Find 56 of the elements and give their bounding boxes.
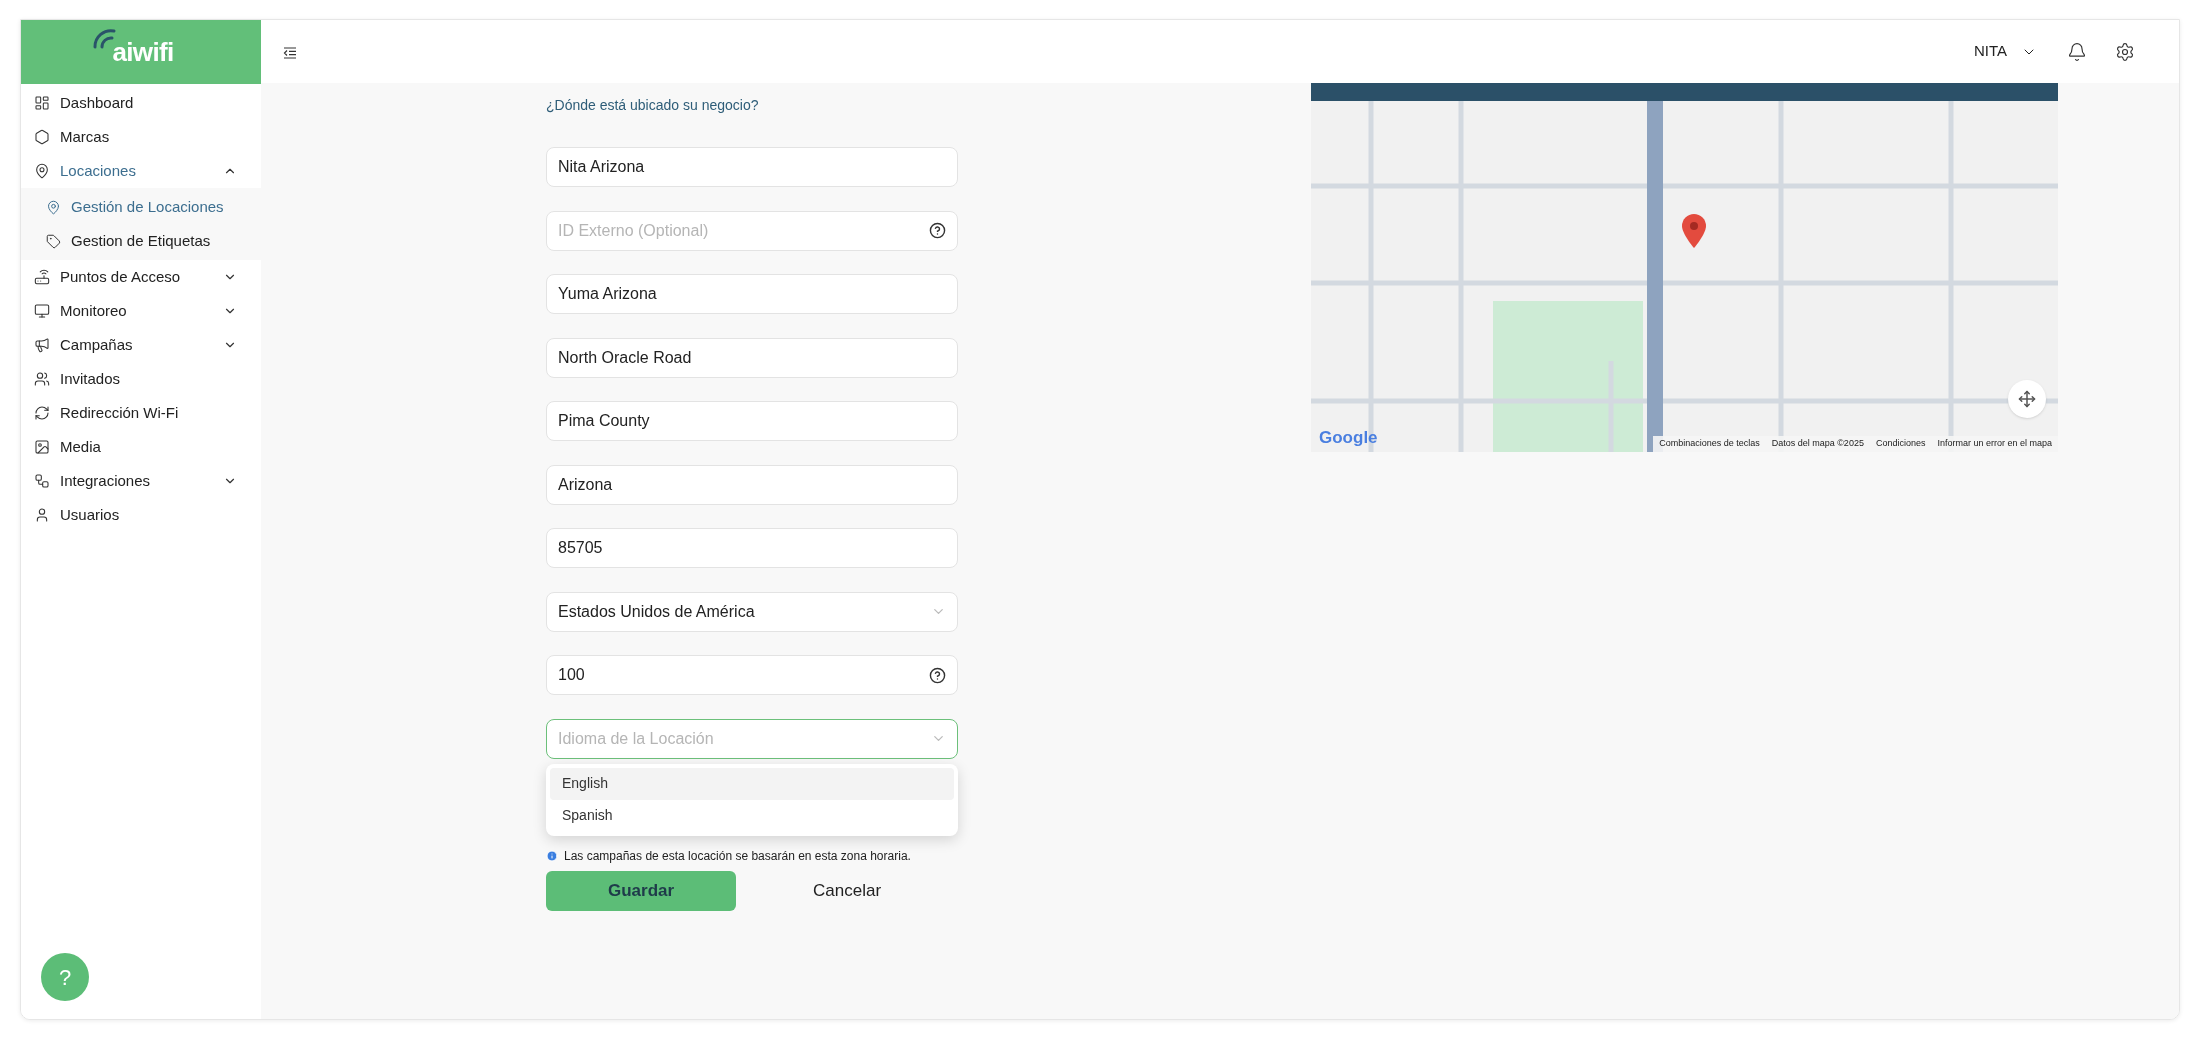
dashboard-icon xyxy=(34,95,50,111)
sidebar-subitem[interactable]: Gestión de Locaciones xyxy=(21,190,261,224)
fullscreen-button[interactable] xyxy=(2008,380,2046,418)
dropdown-option[interactable]: English xyxy=(550,767,954,800)
input-field[interactable]: 85705 xyxy=(546,528,958,568)
tag-icon xyxy=(46,233,61,249)
megaphone-icon xyxy=(34,337,50,353)
map-attribution-link[interactable]: Informar un error en el mapa xyxy=(1937,437,2052,451)
input-field[interactable]: Yuma Arizona xyxy=(546,274,958,314)
image-icon xyxy=(34,439,50,455)
section-question: ¿Dónde está ubicado su negocio? xyxy=(546,96,760,115)
user-menu[interactable]: NITA xyxy=(1973,40,2037,63)
sidebar-item[interactable]: Media xyxy=(21,430,261,464)
info-note: Las campañas de esta locación se basarán en esta zona horaria. xyxy=(564,847,911,865)
input-field[interactable]: Arizona xyxy=(546,464,958,505)
move-icon xyxy=(2018,390,2036,408)
hexagon-icon xyxy=(34,129,50,145)
map-pin-icon xyxy=(46,199,61,215)
sidebar-item[interactable]: Integraciones xyxy=(21,464,261,498)
sidebar-subitem[interactable]: Gestion de Etiquetas xyxy=(21,224,261,258)
save-button[interactable]: Guardar xyxy=(546,870,737,911)
notifications-icon[interactable] xyxy=(2067,41,2087,62)
help-icon[interactable] xyxy=(929,222,946,239)
users-icon xyxy=(34,371,50,387)
dropdown-option[interactable]: Spanish xyxy=(550,799,954,832)
refresh-icon xyxy=(34,405,50,421)
select-field[interactable]: Estados Unidos de América xyxy=(546,591,958,632)
input-field[interactable]: North Oracle Road xyxy=(546,337,958,378)
map-attribution-link[interactable]: Datos del mapa ©2025 xyxy=(1771,437,1864,451)
sidebar-item[interactable]: Redirección Wi-Fi xyxy=(21,396,261,430)
map-pin-icon xyxy=(34,163,50,179)
user-icon xyxy=(34,507,50,523)
workflow-icon xyxy=(34,473,50,489)
router-icon xyxy=(34,269,50,285)
map-pin-icon xyxy=(1681,213,1707,249)
settings-icon[interactable] xyxy=(2115,41,2135,62)
sidebar-item[interactable]: Dashboard xyxy=(21,86,261,120)
sidebar-item[interactable]: Campañas xyxy=(21,328,261,362)
menu-collapse-icon[interactable] xyxy=(283,46,297,59)
help-icon[interactable] xyxy=(929,666,946,684)
map-attribution-link[interactable]: Condiciones xyxy=(1875,437,1926,451)
sidebar-item[interactable]: Locaciones xyxy=(21,154,261,188)
input-field[interactable]: 100 xyxy=(546,655,958,695)
sidebar-item[interactable]: Puntos de Acceso xyxy=(21,260,261,294)
sidebar-item[interactable]: Marcas xyxy=(21,120,261,154)
input-field[interactable]: Pima County xyxy=(546,401,958,441)
sidebar-item[interactable]: Monitoreo xyxy=(21,294,261,328)
sidebar-item[interactable]: Usuarios xyxy=(21,498,261,532)
monitor-icon xyxy=(34,303,50,319)
input-field[interactable]: Nita Arizona xyxy=(546,147,958,187)
cancel-button[interactable]: Cancelar xyxy=(736,870,958,911)
map-logo: Google xyxy=(1319,426,1378,449)
map-attribution-link[interactable]: Combinaciones de teclas xyxy=(1659,437,1760,451)
logo-text: aiwifi xyxy=(111,39,174,65)
sidebar-item[interactable]: Invitados xyxy=(21,362,261,396)
info-icon xyxy=(546,849,558,862)
